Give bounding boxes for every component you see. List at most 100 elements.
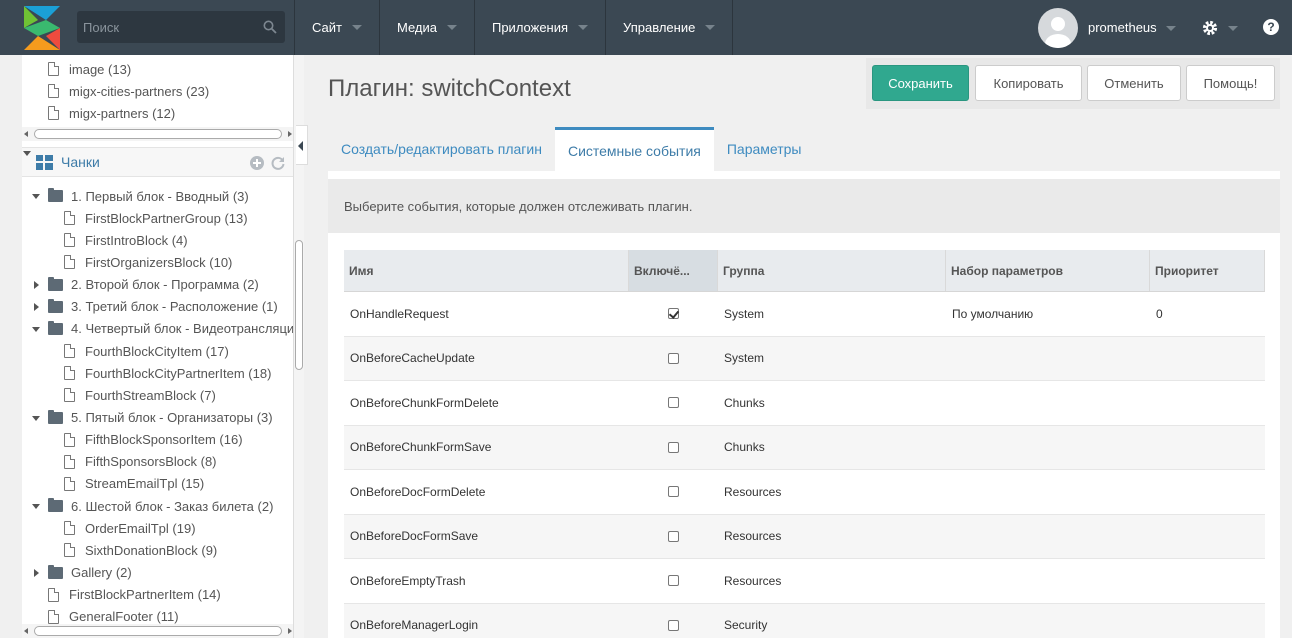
avatar[interactable] [1038,8,1078,48]
tree-folder[interactable]: 3. Третий блок - Расположение (1) [31,296,278,318]
column-header-group[interactable]: Группа [718,250,946,291]
save-button[interactable]: Сохранить [872,65,969,101]
enabled-checkbox[interactable] [668,397,679,409]
menu-site[interactable]: Сайт [294,0,379,55]
table-row[interactable]: OnBeforeCacheUpdate System [344,336,1265,381]
collapse-sidebar-icon[interactable] [296,125,308,165]
tree-file[interactable]: FourthBlockCityPartnerItem (18) [64,362,271,384]
tree-file[interactable]: FirstBlockPartnerItem (14) [48,584,221,606]
table-row[interactable]: OnBeforeDocFormSave Resources [344,514,1265,559]
chunks-section-header[interactable]: Чанки [22,147,293,177]
tree-item-count: (17) [205,343,229,359]
tab-edit-plugin[interactable]: Создать/редактировать плагин [328,127,555,171]
tree-file[interactable]: FourthStreamBlock (7) [64,384,216,406]
search-input[interactable] [77,11,285,43]
refresh-icon[interactable] [271,156,285,170]
scroll-right-icon[interactable] [288,628,292,634]
collapse-arrow-icon[interactable] [31,413,41,423]
tab-parameters[interactable]: Параметры [714,127,815,171]
tree-folder[interactable]: 2. Второй блок - Программа (2) [31,274,259,296]
event-name: OnBeforeEmptyTrash [350,573,466,588]
expand-arrow-icon[interactable] [31,280,41,290]
tree-file[interactable]: StreamEmailTpl (15) [64,473,204,495]
chevron-down-icon[interactable] [1228,26,1238,31]
tree-file[interactable]: image (13) [48,58,131,80]
horizontal-scrollbar[interactable] [22,624,293,638]
username[interactable]: prometheus [1088,20,1157,35]
tree-folder[interactable]: 6. Шестой блок - Заказ билета (2) [31,495,273,517]
expand-arrow-icon[interactable] [31,302,41,312]
tree-item-count: (2) [257,498,274,514]
tree-file[interactable]: migx-cities-partners (23) [48,80,209,102]
enabled-checkbox[interactable] [668,308,679,320]
chevron-down-icon [351,25,362,30]
help-button[interactable]: Помощь! [1186,65,1275,101]
menu-apps[interactable]: Приложения [473,0,605,55]
scroll-thumb[interactable] [295,240,303,370]
folder-icon [48,276,63,291]
gear-icon[interactable] [1201,19,1219,37]
column-header-enabled[interactable]: Включё... [629,250,718,291]
collapse-arrow-icon[interactable] [31,191,41,201]
enabled-checkbox[interactable] [668,530,679,542]
enabled-cell [629,381,718,425]
enabled-checkbox[interactable] [668,441,679,453]
scroll-right-icon[interactable] [288,131,292,137]
copy-button[interactable]: Копировать [975,65,1082,101]
event-propset [946,337,1150,381]
tree-folder[interactable]: Gallery (2) [31,562,132,584]
table-row[interactable]: OnBeforeManagerLogin Security [344,603,1265,638]
file-icon [64,432,75,447]
modx-logo-icon[interactable] [20,6,64,50]
table-row[interactable]: OnHandleRequest System По умолчанию 0 [344,292,1265,337]
tree-file[interactable]: FifthBlockSponsorItem (16) [64,429,243,451]
menu-media[interactable]: Медиа [378,0,474,55]
tree-item-label: 4. Четвертый блок - Видеотрансляци [71,321,294,337]
tree-item-count: (8) [200,454,217,470]
column-header-name[interactable]: Имя [344,250,629,291]
menu-manage-label: Управление [623,20,696,35]
folder-icon [48,320,63,335]
tab-system-events[interactable]: Системные события [554,127,714,171]
tree-file[interactable]: FifthSponsorsBlock (8) [64,451,217,473]
tree-file[interactable]: FourthBlockCityItem (17) [64,340,229,362]
tree-folder[interactable]: 4. Четвертый блок - Видеотрансляци [31,318,294,340]
scroll-thumb[interactable] [34,626,282,636]
table-row[interactable]: OnBeforeChunkFormSave Chunks [344,425,1265,470]
tree-file[interactable]: FirstBlockPartnerGroup (13) [64,207,248,229]
expand-arrow-icon[interactable] [31,568,41,578]
tree-file[interactable]: OrderEmailTpl (19) [64,517,196,539]
enabled-cell [629,426,718,470]
tree-folder[interactable]: 5. Пятый блок - Организаторы (3) [31,407,273,429]
top-navigation-bar: Сайт Медиа Приложения Управление prometh… [0,0,1292,55]
search-icon[interactable] [263,20,277,34]
table-row[interactable]: OnBeforeDocFormDelete Resources [344,470,1265,515]
table-row[interactable]: OnBeforeChunkFormDelete Chunks [344,381,1265,426]
tree-file[interactable]: FirstIntroBlock (4) [64,229,188,251]
tree-file[interactable]: FirstOrganizersBlock (10) [64,251,232,273]
tree-folder[interactable]: 1. Первый блок - Вводный (3) [31,185,249,207]
enabled-checkbox[interactable] [668,486,679,498]
enabled-checkbox[interactable] [668,575,679,587]
scroll-thumb[interactable] [34,129,282,139]
cancel-button[interactable]: Отменить [1087,65,1181,101]
enabled-checkbox[interactable] [668,619,679,631]
event-propset [946,515,1150,559]
tree-file[interactable]: migx-partners (12) [48,102,175,124]
column-header-propset[interactable]: Набор параметров [946,250,1150,291]
menu-manage[interactable]: Управление [605,0,734,55]
scroll-left-icon[interactable] [24,131,28,137]
column-header-priority[interactable]: Приоритет [1150,250,1265,291]
chevron-down-icon[interactable] [1166,26,1176,31]
tree-file[interactable]: SixthDonationBlock (9) [64,539,217,561]
collapse-arrow-icon[interactable] [31,324,41,334]
enabled-checkbox[interactable] [668,352,679,364]
scroll-left-icon[interactable] [24,628,28,634]
collapse-arrow-icon[interactable] [31,501,41,511]
horizontal-scrollbar[interactable] [22,127,293,141]
search-box[interactable] [77,11,285,43]
file-icon [48,106,59,120]
table-row[interactable]: OnBeforeEmptyTrash Resources [344,559,1265,604]
help-icon[interactable]: ? [1263,19,1279,35]
add-icon[interactable] [250,156,264,170]
